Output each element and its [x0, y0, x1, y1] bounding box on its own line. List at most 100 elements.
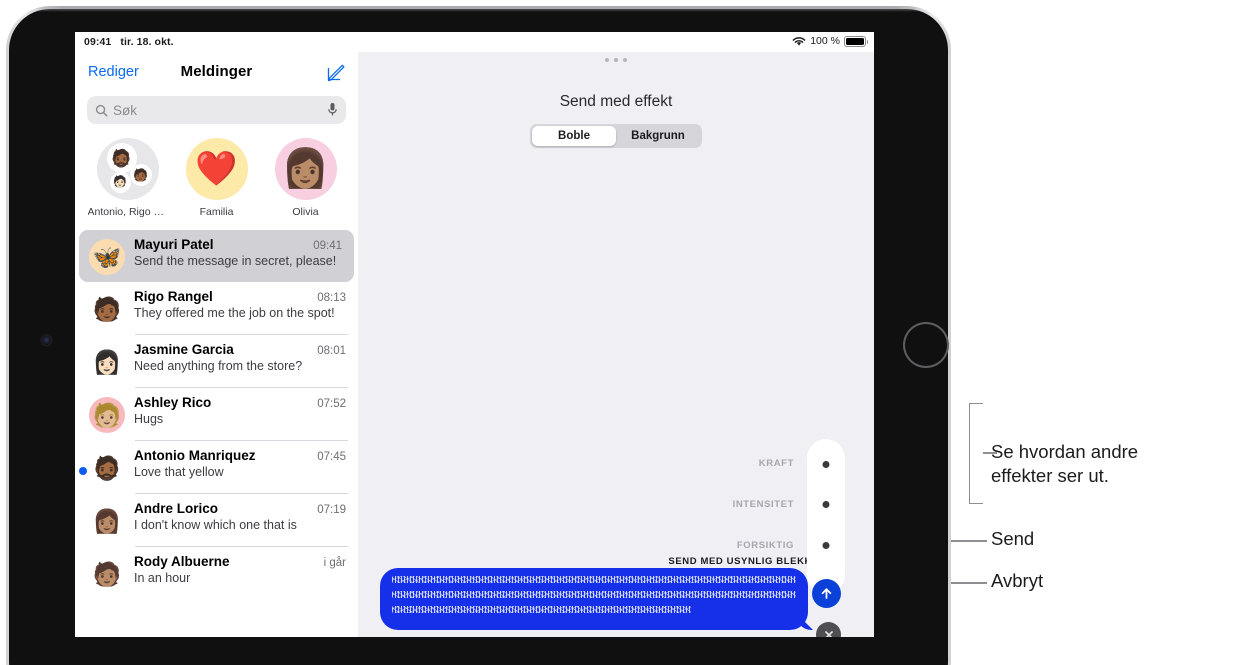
conversation-name: Rigo Rangel: [134, 289, 213, 304]
wifi-icon: [792, 36, 806, 46]
avatar: 🧑🏽: [92, 560, 122, 587]
cancel-button[interactable]: [816, 622, 841, 637]
conversation-body: Mayuri Patel 09:41 Send the message in s…: [134, 237, 344, 275]
pinned-item-label: Familia: [199, 206, 234, 218]
close-x-icon: [824, 630, 833, 637]
search-input[interactable]: Søk: [87, 96, 346, 124]
callout-annotations: Se hvordan andre effekter ser ut. Send A…: [951, 0, 1237, 665]
callout-label-effects: Se hvordan andre effekter ser ut.: [991, 440, 1231, 488]
avatar: 👩🏻: [92, 348, 122, 375]
conversation-row-andre-lorico[interactable]: 👩🏽 Andre Lorico 07:19 I don't know which…: [89, 494, 358, 546]
conversation-row-antonio-manriquez[interactable]: 🧔🏾 Antonio Manriquez 07:45 Love that yel…: [79, 441, 358, 493]
conversation-name: Andre Lorico: [134, 501, 219, 516]
tab-bakgrunn[interactable]: Bakgrunn: [616, 126, 700, 146]
status-bar: 09:41 tir. 18. okt. 100 %: [75, 32, 874, 52]
effect-radio-dot-intensitet[interactable]: [822, 501, 830, 508]
avatar-face: 🧑🏻: [109, 172, 131, 193]
conversation-body: Jasmine Garcia 08:01 Need anything from …: [134, 342, 348, 380]
conversation-row-jasmine-garcia[interactable]: 👩🏻 Jasmine Garcia 08:01 Need anything fr…: [89, 335, 358, 387]
status-bar-left: 09:41 tir. 18. okt.: [84, 36, 174, 48]
callout-line-1: Se hvordan andre: [991, 441, 1139, 462]
effect-type-segmented-control[interactable]: Boble Bakgrunn: [530, 124, 702, 148]
sidebar-header: Rediger Meldinger: [75, 52, 358, 94]
pinned-item-olivia[interactable]: 👩🏽 Olivia: [266, 138, 346, 218]
conversation-name: Antonio Manriquez: [134, 448, 256, 463]
avatar: 🧑🏼: [89, 397, 125, 433]
conversation-name: Ashley Rico: [134, 395, 212, 410]
conversation-preview: Love that yellow: [134, 465, 224, 479]
conversation-body: Andre Lorico 07:19 I don't know which on…: [134, 501, 348, 539]
conversation-preview: They offered me the job on the spot!: [134, 306, 335, 320]
message-bubble-invisible-ink[interactable]: [380, 568, 808, 630]
status-bar-right: 100 %: [792, 35, 868, 47]
conversation-row-rody-albuerne[interactable]: 🧑🏽 Rody Albuerne i går In an hour: [89, 547, 358, 599]
ipad-screen: 09:41 tir. 18. okt. 100 % Rediger Meldin…: [75, 32, 874, 637]
effect-label-forsiktig[interactable]: FORSIKTIG: [737, 540, 794, 551]
microphone-icon[interactable]: [327, 102, 338, 122]
conversation-row-ashley-rico[interactable]: 🧑🏼 Ashley Rico 07:52 Hugs: [89, 388, 358, 440]
avatar: 👩🏽: [274, 138, 337, 200]
conversation-time: 07:45: [317, 451, 346, 463]
conversation-preview: In an hour: [134, 571, 191, 585]
avatar: 🧔🏾: [92, 454, 122, 481]
bezel-highlight: [9, 9, 948, 12]
effect-label-intensitet[interactable]: INTENSITET: [733, 499, 794, 510]
status-date: tir. 18. okt.: [120, 36, 174, 48]
callout-leader-cancel: [951, 582, 987, 584]
heart-avatar-icon: ❤️: [185, 138, 248, 200]
front-camera-icon: [42, 336, 51, 345]
arrow-up-icon: [821, 588, 832, 599]
screenshot-root: 09:41 tir. 18. okt. 100 % Rediger Meldin…: [0, 0, 1237, 665]
effect-label-usynlig-blekk[interactable]: SEND MED USYNLIG BLEKK: [668, 556, 812, 567]
conversation-preview: Need anything from the store?: [134, 359, 303, 373]
conversation-body: Rigo Rangel 08:13 They offered me the jo…: [134, 289, 348, 327]
effect-panel-title: Send med effekt: [559, 93, 673, 110]
conversation-preview: Send the message in secret, please!: [134, 254, 337, 268]
conversation-name: Mayuri Patel: [134, 237, 214, 252]
group-avatar: 🧔🏾 🧑🏾 🧑🏻: [96, 138, 159, 200]
battery-percent: 100 %: [810, 35, 840, 47]
multitasking-dots-icon[interactable]: [358, 58, 874, 62]
conversation-time: 09:41: [313, 240, 342, 252]
effect-radio-dot-forsiktig[interactable]: [822, 542, 830, 549]
tab-boble[interactable]: Boble: [532, 126, 616, 146]
conversation-row-mayuri-patel[interactable]: 🦋 Mayuri Patel 09:41 Send the message in…: [79, 230, 354, 282]
callout-label-cancel: Avbryt: [991, 570, 1044, 591]
send-button[interactable]: [812, 579, 841, 608]
conversation-preview: Hugs: [134, 412, 164, 426]
pinned-item-familia[interactable]: ❤️ Familia: [177, 138, 257, 218]
conversation-body: Ashley Rico 07:52 Hugs: [134, 395, 348, 433]
callout-leader-send: [951, 540, 987, 542]
search-placeholder: Søk: [113, 102, 138, 118]
effect-radio-dot-kraft[interactable]: [822, 461, 830, 468]
conversation-list: 🦋 Mayuri Patel 09:41 Send the message in…: [75, 230, 358, 599]
callout-bracket: [969, 403, 983, 504]
pinned-conversations: 🧔🏾 🧑🏾 🧑🏻 Antonio, Rigo &... ❤️ Familia 👩…: [75, 124, 358, 218]
avatar-face: 🧑🏾: [129, 164, 152, 186]
conversation-time: i går: [323, 557, 346, 569]
conversation-time: 07:19: [317, 504, 346, 516]
home-button[interactable]: [903, 322, 949, 368]
pinned-item-label: Antonio, Rigo &...: [87, 206, 168, 218]
conversation-time: 08:01: [317, 345, 346, 357]
status-time: 09:41: [84, 36, 112, 48]
callout-label-send: Send: [991, 528, 1035, 549]
conversation-name: Jasmine Garcia: [134, 342, 234, 357]
invisible-ink-noise: [392, 576, 796, 622]
effect-selector-pill[interactable]: [807, 439, 845, 594]
conversation-body: Rody Albuerne i går In an hour: [134, 554, 348, 592]
conversation-row-rigo-rangel[interactable]: 🧑🏾 Rigo Rangel 08:13 They offered me the…: [89, 282, 358, 334]
conversation-body: Antonio Manriquez 07:45 Love that yellow: [134, 448, 348, 486]
page-title: Meldinger: [180, 63, 253, 80]
avatar: 🦋: [89, 239, 125, 275]
pinned-item-group[interactable]: 🧔🏾 🧑🏾 🧑🏻 Antonio, Rigo &...: [88, 138, 168, 218]
conversation-preview: I don't know which one that is: [134, 518, 297, 532]
conversation-time: 07:52: [317, 398, 346, 410]
unread-indicator-dot: [79, 467, 87, 475]
compose-icon[interactable]: [326, 62, 346, 82]
conversation-name: Rody Albuerne: [134, 554, 230, 569]
search-icon: [95, 104, 108, 116]
battery-full-icon: [844, 35, 868, 47]
effect-label-kraft[interactable]: KRAFT: [759, 458, 794, 469]
send-with-effect-overlay: Send med effekt Boble Bakgrunn KRAFT INT…: [358, 52, 874, 637]
